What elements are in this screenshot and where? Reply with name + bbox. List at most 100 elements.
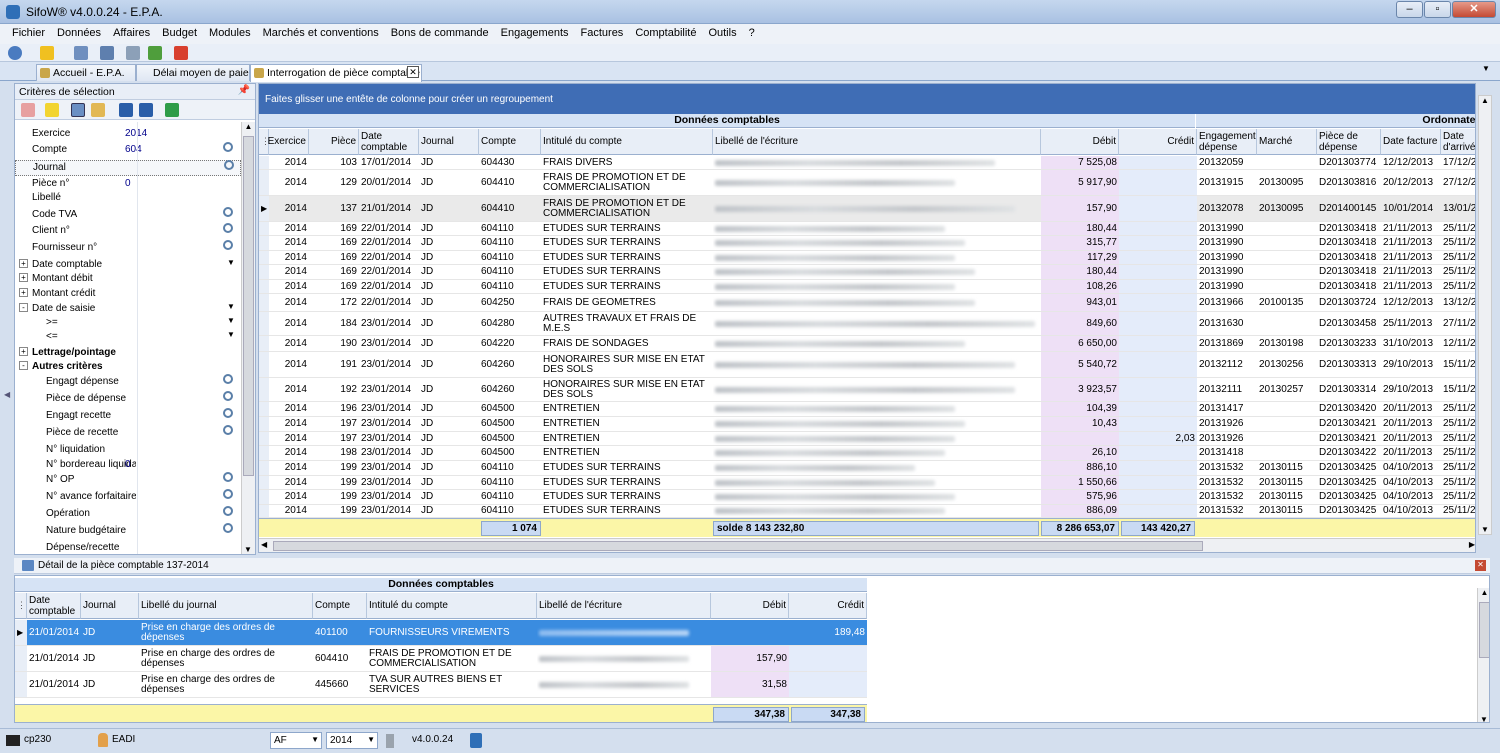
navigate-icon[interactable]: [8, 46, 22, 60]
tab-delai-moyen[interactable]: Délai moyen de paiement: [136, 64, 250, 81]
menu-item[interactable]: Données: [51, 24, 107, 44]
column-header[interactable]: Compte: [313, 593, 367, 619]
row-indicator[interactable]: [259, 378, 269, 402]
row-indicator[interactable]: [15, 672, 27, 698]
column-chooser-icon[interactable]: ⋮: [15, 593, 27, 619]
grid-horizontal-scrollbar[interactable]: ◀ ▶: [259, 538, 1475, 552]
collapse-icon[interactable]: -: [19, 303, 28, 312]
table-row[interactable]: 2014 196 23/01/2014 JD 604500 ENTRETIEN 104,39…: [259, 402, 1475, 417]
menu-item[interactable]: Engagements: [495, 24, 575, 44]
favorites-star-icon[interactable]: [40, 46, 54, 60]
expand-icon[interactable]: +: [19, 347, 28, 356]
chevron-down-icon[interactable]: ▼: [227, 302, 235, 311]
search-icon[interactable]: [223, 240, 233, 250]
column-header[interactable]: Exercice: [268, 129, 309, 155]
table-row[interactable]: 2014 129 20/01/2014 JD 604410 FRAIS DE PROMOT…: [259, 170, 1475, 196]
row-indicator[interactable]: ▶: [15, 620, 27, 646]
book-icon[interactable]: [71, 103, 85, 117]
criteria-row[interactable]: Pièce de recette: [15, 425, 241, 443]
column-header[interactable]: Pièce de dépense: [1317, 129, 1381, 155]
column-header[interactable]: Libellé de l'écriture: [713, 129, 1041, 155]
close-detail-icon[interactable]: ✕: [1475, 560, 1486, 571]
document-edit-icon[interactable]: [91, 103, 105, 117]
grid-vertical-scrollbar[interactable]: ▲ ▼: [1478, 95, 1492, 535]
column-header[interactable]: Débit: [711, 593, 789, 619]
menu-item[interactable]: Modules: [203, 24, 257, 44]
search-icon[interactable]: [223, 207, 233, 217]
criteria-row[interactable]: Client n°: [15, 223, 241, 241]
criteria-row[interactable]: Exercice2014: [15, 127, 241, 143]
criteria-row[interactable]: Journal: [15, 160, 241, 176]
criteria-row[interactable]: Engagt recette: [15, 408, 241, 426]
collapse-all-icon[interactable]: [119, 103, 133, 117]
table-row[interactable]: ▶ 21/01/2014 JD Prise en charge des ordres …: [15, 620, 867, 646]
search-icon[interactable]: [223, 472, 233, 482]
column-header[interactable]: Libellé de l'écriture: [537, 593, 711, 619]
row-indicator[interactable]: [259, 476, 269, 490]
row-indicator[interactable]: [259, 170, 269, 196]
table-row[interactable]: ▶ 2014 137 21/01/2014 JD 604410 FRAIS DE PROMO…: [259, 196, 1475, 222]
table-row[interactable]: 2014 184 23/01/2014 JD 604280 AUTRES TRAVAUX …: [259, 312, 1475, 336]
column-header[interactable]: Date d'arrivée: [1441, 129, 1475, 155]
menu-item[interactable]: Outils: [702, 24, 742, 44]
chevron-down-icon[interactable]: ▼: [227, 316, 235, 325]
criteria-row[interactable]: - Autres critères: [15, 360, 241, 375]
row-indicator[interactable]: [259, 156, 269, 170]
search-icon[interactable]: [223, 425, 233, 435]
menu-item[interactable]: Affaires: [107, 24, 156, 44]
criteria-row[interactable]: N° OP: [15, 472, 241, 490]
minimize-button[interactable]: –: [1396, 1, 1423, 18]
row-indicator[interactable]: [259, 280, 269, 294]
criteria-row[interactable]: Nature budgétaire: [15, 523, 241, 541]
menu-item[interactable]: Comptabilité: [629, 24, 702, 44]
table-row[interactable]: 2014 191 23/01/2014 JD 604260 HONORAIRES SUR …: [259, 352, 1475, 378]
group-by-area[interactable]: Faites glisser une entête de colonne pou…: [259, 84, 1475, 114]
exit-icon[interactable]: [165, 103, 179, 117]
pin-icon[interactable]: 📌: [238, 85, 250, 96]
table-row[interactable]: 2014 169 22/01/2014 JD 604110 ETUDES SUR TERR…: [259, 280, 1475, 294]
table-row[interactable]: 2014 199 23/01/2014 JD 604110 ETUDES SUR TERR…: [259, 461, 1475, 476]
table-row[interactable]: 21/01/2014 JD Prise en charge des ordres d…: [15, 646, 867, 672]
info-icon[interactable]: [470, 733, 482, 748]
column-header[interactable]: Intitulé du compte: [541, 129, 713, 155]
column-header[interactable]: Date comptable: [359, 129, 419, 155]
table-row[interactable]: 2014 199 23/01/2014 JD 604110 ETUDES SUR TERR…: [259, 505, 1475, 518]
search-icon[interactable]: [223, 142, 233, 152]
row-indicator[interactable]: [259, 505, 269, 518]
window-icon[interactable]: [74, 46, 88, 60]
criteria-row[interactable]: Pièce de dépense: [15, 391, 241, 409]
row-indicator[interactable]: [259, 490, 269, 505]
table-row[interactable]: 2014 199 23/01/2014 JD 604110 ETUDES SUR TERR…: [259, 476, 1475, 490]
chevron-down-icon[interactable]: ▼: [227, 330, 235, 339]
column-header[interactable]: Journal: [419, 129, 479, 155]
menu-item[interactable]: Marchés et conventions: [257, 24, 385, 44]
table-row[interactable]: 2014 197 23/01/2014 JD 604500 ENTRETIEN 2,03 20…: [259, 432, 1475, 446]
tab-accueil[interactable]: Accueil - E.P.A.: [36, 64, 136, 81]
search-icon[interactable]: [224, 160, 234, 170]
row-indicator[interactable]: [259, 294, 269, 312]
criteria-scrollbar[interactable]: ▲ ▼: [241, 122, 255, 554]
splitter-arrow-icon[interactable]: ◀: [4, 390, 10, 399]
table-row[interactable]: 2014 190 23/01/2014 JD 604220 FRAIS DE SONDAG…: [259, 336, 1475, 352]
column-header[interactable]: Date comptable: [27, 593, 81, 619]
table-row[interactable]: 2014 103 17/01/2014 JD 604430 FRAIS DIVERS 7 5…: [259, 156, 1475, 170]
column-header[interactable]: Libellé du journal: [139, 593, 313, 619]
criteria-row[interactable]: Code TVA: [15, 207, 241, 224]
column-header[interactable]: Journal: [81, 593, 139, 619]
row-indicator[interactable]: [15, 646, 27, 672]
detail-scrollbar[interactable]: ▲ ▼: [1477, 588, 1489, 722]
criteria-row[interactable]: + Date comptable ▼: [15, 258, 241, 272]
af-select[interactable]: AF ▼: [270, 732, 322, 749]
menu-item[interactable]: Bons de commande: [385, 24, 495, 44]
table-row[interactable]: 2014 197 23/01/2014 JD 604500 ENTRETIEN 10,43 2…: [259, 417, 1475, 432]
menu-item[interactable]: ?: [743, 24, 761, 44]
close-button[interactable]: ✕: [1452, 1, 1496, 18]
refresh-icon[interactable]: [148, 46, 162, 60]
criteria-row[interactable]: + Montant crédit: [15, 287, 241, 302]
column-header[interactable]: Engagement dépense: [1197, 129, 1257, 155]
close-tab-icon[interactable]: ✕: [407, 66, 419, 78]
power-off-icon[interactable]: [174, 46, 188, 60]
table-row[interactable]: 2014 199 23/01/2014 JD 604110 ETUDES SUR TERR…: [259, 490, 1475, 505]
criteria-row[interactable]: - Date de saisie ▼: [15, 302, 241, 317]
table-row[interactable]: 2014 169 22/01/2014 JD 604110 ETUDES SUR TERR…: [259, 265, 1475, 280]
